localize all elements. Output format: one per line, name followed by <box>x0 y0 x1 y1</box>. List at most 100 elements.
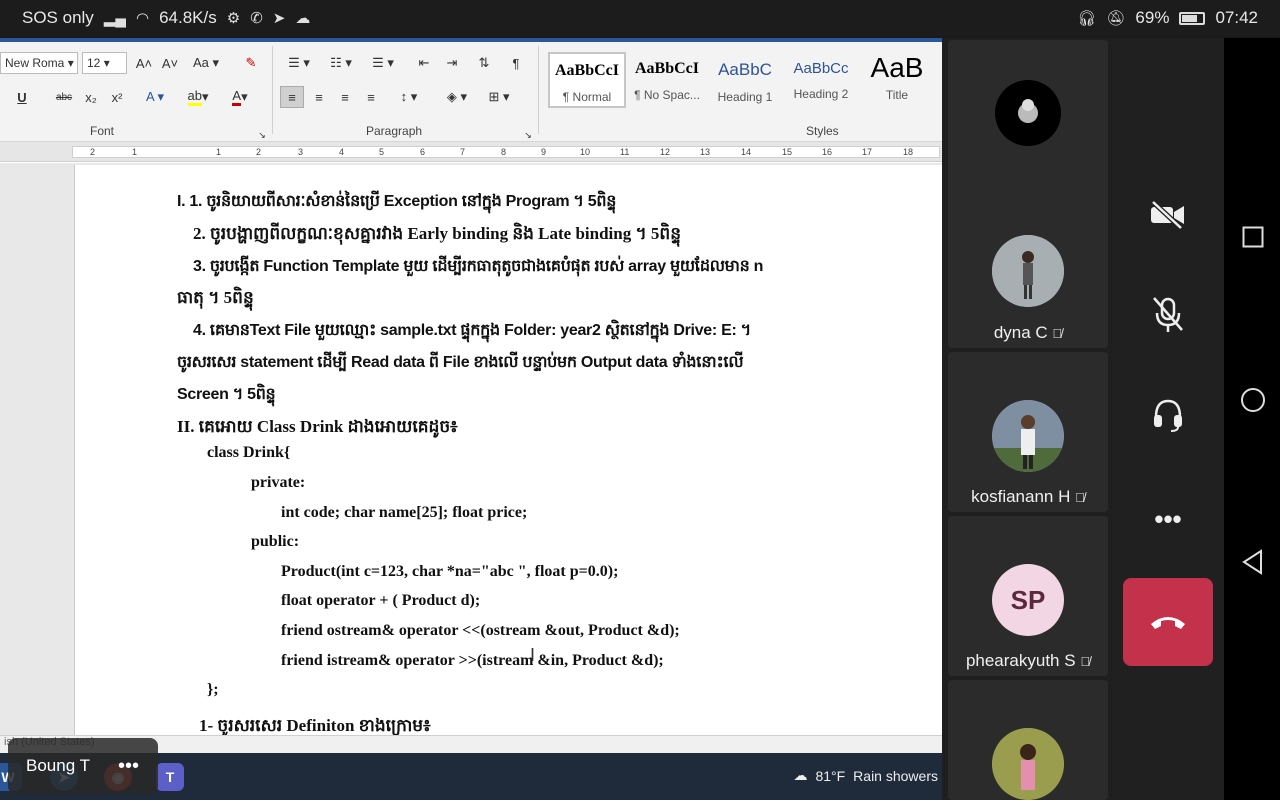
doc-line: }; <box>207 681 219 698</box>
grow-font-icon[interactable]: A˄ <box>134 52 154 74</box>
underline-icon[interactable]: U <box>12 86 32 108</box>
word-ribbon: New Roma ▾ 12 ▾ A˄ A˅ Aa ▾ ✎ U abc x₂ x²… <box>0 38 942 142</box>
ribbon-separator <box>272 46 273 134</box>
ruler-number: 4 <box>339 147 345 157</box>
superscript-icon[interactable]: x² <box>106 86 128 108</box>
doc-line: friend istream& operator >>(istream &in,… <box>281 652 664 669</box>
mic-off-icon[interactable] <box>1138 290 1198 340</box>
style-normal[interactable]: AaBbCcI ¶ Normal <box>548 52 626 108</box>
doc-line: II. គេអោយ Class Drink ដាងអោយគេដូច៖ <box>177 417 458 436</box>
participant-tile[interactable] <box>948 40 1108 200</box>
ruler-number: 5 <box>379 147 385 157</box>
shrink-font-icon[interactable]: A˅ <box>160 52 180 74</box>
clock: 07:42 <box>1215 8 1258 27</box>
justify-icon[interactable]: ≡ <box>360 86 382 108</box>
bullets-icon[interactable]: ☰ ▾ <box>282 52 316 74</box>
clear-format-icon[interactable]: ✎ <box>240 52 262 74</box>
style-no-spacing[interactable]: AaBbCcI ¶ No Spac... <box>628 52 706 108</box>
font-name-box[interactable]: New Roma ▾ <box>0 52 78 74</box>
wifi-icon: ◠ <box>135 10 150 27</box>
ruler-number: 13 <box>700 147 711 157</box>
document-page[interactable]: I. 1. ចូរនិយាយពីសារៈសំខាន់នៃប្រើ Excepti… <box>74 165 942 735</box>
android-nav-bar <box>1224 38 1280 800</box>
doc-line: friend ostream& operator <<(ostream &out… <box>281 622 680 639</box>
participant-name: phearakyuth S 🎙̸ <box>965 651 1091 670</box>
muted-mic-icon: 🎙̸ <box>1080 654 1091 669</box>
document-area: I. 1. ចូរនិយាយពីសារៈសំខាន់នៃប្រើ Excepti… <box>0 163 942 735</box>
participant-tile[interactable]: SP phearakyuth S 🎙̸ <box>948 516 1108 676</box>
camera-off-icon[interactable] <box>1138 190 1198 240</box>
doc-line: Screen ។ 5ពិន្ទុ <box>177 386 276 403</box>
borders-icon[interactable]: ⊞ ▾ <box>482 86 516 108</box>
ruler-number: 1 <box>216 147 222 157</box>
ruler-number: 7 <box>460 147 466 157</box>
decrease-indent-icon[interactable]: ⇤ <box>412 52 436 74</box>
align-right-icon[interactable]: ≡ <box>334 86 356 108</box>
more-options-button[interactable]: ••• <box>1138 494 1198 544</box>
line-spacing-icon[interactable]: ↕ ▾ <box>392 86 426 108</box>
avatar <box>992 235 1064 307</box>
participant-tile[interactable]: dyna C 🎙̸ <box>948 188 1108 348</box>
subscript-icon[interactable]: x₂ <box>80 86 102 108</box>
ruler-number: 18 <box>903 147 914 157</box>
call-controls: ••• <box>1112 38 1224 800</box>
change-case-icon[interactable]: Aa ▾ <box>190 52 222 74</box>
style-title[interactable]: AaB Title <box>858 52 936 108</box>
strikethrough-icon[interactable]: abc <box>52 86 76 108</box>
ruler-number: 9 <box>541 147 547 157</box>
avatar: SP <box>992 564 1064 636</box>
muted-mic-icon: 🎙̸ <box>1052 326 1063 341</box>
ruler-number: 2 <box>256 147 262 157</box>
ribbon-accent <box>0 38 942 42</box>
teams-app-icon[interactable]: T <box>156 763 184 791</box>
increase-indent-icon[interactable]: ⇥ <box>440 52 464 74</box>
weather-widget[interactable]: ☁ 81°F Rain showers <box>793 767 938 784</box>
battery-icon <box>1179 11 1206 25</box>
ruler-number: 3 <box>298 147 304 157</box>
home-button[interactable] <box>1240 387 1266 413</box>
avatar <box>992 728 1064 800</box>
font-size-box[interactable]: 12 ▾ <box>82 52 127 74</box>
muted-mic-icon: 🎙̸ <box>1075 490 1085 505</box>
weather-temp: 81°F <box>815 767 846 784</box>
settings-icon: ⚙ <box>226 10 241 27</box>
android-status-bar: SOS only ▂▄ ◠ 64.8K/s ⚙ ✆ ➤ ☁ 🎧︎ 🔕︎ 69% … <box>0 0 1280 36</box>
phone-icon: ✆ <box>250 10 263 27</box>
weather-icon: ☁ <box>793 767 808 783</box>
doc-line: int code; char name[25]; float price; <box>281 504 528 521</box>
network-speed: 64.8K/s <box>159 8 217 27</box>
back-button[interactable] <box>1240 549 1266 575</box>
align-left-icon[interactable]: ≡ <box>280 86 304 108</box>
horizontal-ruler[interactable]: 2 1 1 2 3 4 5 6 7 8 9 10 11 12 13 14 15 … <box>0 142 942 162</box>
ruler-number: 8 <box>501 147 507 157</box>
highlight-icon[interactable]: ab ▾ <box>180 86 216 108</box>
align-center-icon[interactable]: ≡ <box>308 86 330 108</box>
mute-bell-icon: 🔕︎ <box>1106 10 1126 27</box>
ruler-number: 16 <box>822 147 833 157</box>
participant-tile[interactable]: kosfianann H 🎙̸ <box>948 352 1108 512</box>
ruler-number: 2 <box>90 147 96 157</box>
presenter-name: Boung T <box>26 756 90 775</box>
style-heading-2[interactable]: AaBbCc Heading 2 <box>782 52 860 108</box>
audio-device-icon[interactable] <box>1138 390 1198 440</box>
carrier-text: SOS only <box>22 8 94 27</box>
text-effects-icon[interactable]: A ▾ <box>140 86 170 108</box>
shading-icon[interactable]: ◈ ▾ <box>440 86 474 108</box>
style-heading-1[interactable]: AaBbC Heading 1 <box>706 52 784 108</box>
doc-line: ចូរសរសេរ statement ដើម្បី Read data ពី F… <box>177 354 744 371</box>
leave-call-button[interactable] <box>1123 578 1213 666</box>
font-color-icon[interactable]: A ▾ <box>222 86 258 108</box>
presenter-name-tag[interactable]: Boung T ••• <box>8 738 158 794</box>
sort-icon[interactable]: ⇅ <box>474 52 494 74</box>
numbering-icon[interactable]: ☷ ▾ <box>324 52 358 74</box>
font-group-label: Font <box>90 124 115 138</box>
show-marks-icon[interactable]: ¶ <box>506 52 526 74</box>
avatar <box>995 80 1061 146</box>
ruler-number: 10 <box>580 147 591 157</box>
presenter-more-button[interactable]: ••• <box>118 755 139 778</box>
recents-button[interactable] <box>1240 224 1266 250</box>
battery-percent: 69% <box>1135 8 1170 27</box>
multilevel-list-icon[interactable]: ☰ ▾ <box>366 52 400 74</box>
ruler-number: 15 <box>782 147 793 157</box>
participant-tile[interactable] <box>948 680 1108 800</box>
